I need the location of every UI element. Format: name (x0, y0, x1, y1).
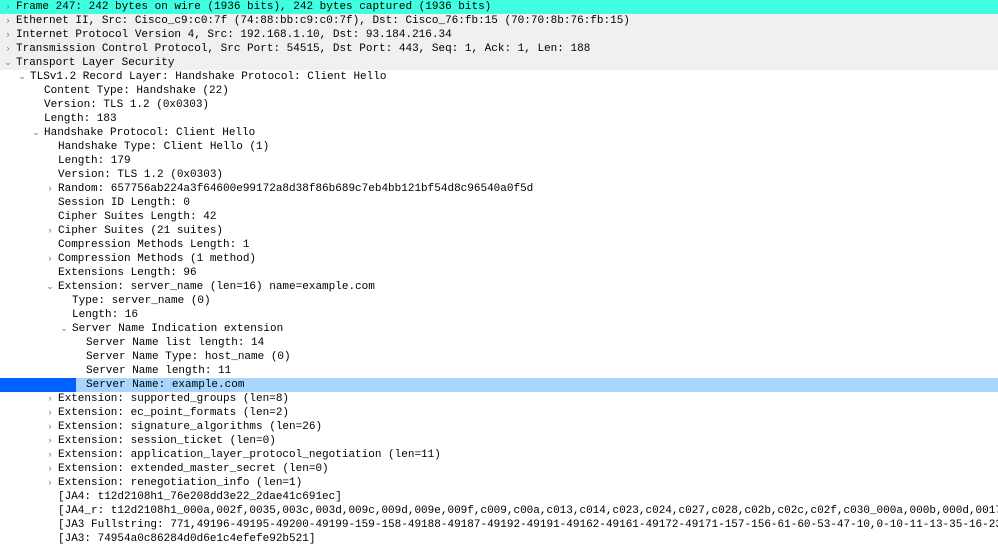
frame-summary[interactable]: ›Frame 247: 242 bytes on wire (1936 bits… (0, 0, 998, 14)
row-label: Extension: session_ticket (len=0) (56, 434, 276, 448)
sni-type[interactable]: ·Type: server_name (0) (0, 294, 998, 308)
row-label: Extension: extended_master_secret (len=0… (56, 462, 329, 476)
sni-list-length[interactable]: ·Server Name list length: 14 (0, 336, 998, 350)
packet-details-tree[interactable]: ›Frame 247: 242 bytes on wire (1936 bits… (0, 0, 998, 546)
ja3[interactable]: ·[JA3: 74954a0c86284d0d6e1c4efefe92b521] (0, 532, 998, 546)
ja3-full[interactable]: ·[JA3 Fullstring: 771,49196-49195-49200-… (0, 518, 998, 532)
chevron-down-icon[interactable]: ⌄ (58, 322, 70, 336)
row-label: Ethernet II, Src: Cisco_c9:c0:7f (74:88:… (14, 14, 630, 28)
ext-ec-point-formats[interactable]: ›Extension: ec_point_formats (len=2) (0, 406, 998, 420)
row-label: Transport Layer Security (14, 56, 174, 70)
chevron-right-icon[interactable]: › (2, 28, 14, 42)
chevron-right-icon[interactable]: › (44, 434, 56, 448)
row-label: Extension: signature_algorithms (len=26) (56, 420, 322, 434)
row-label: Extensions Length: 96 (56, 266, 197, 280)
row-label: Version: TLS 1.2 (0x0303) (42, 98, 209, 112)
ethernet-layer[interactable]: ›Ethernet II, Src: Cisco_c9:c0:7f (74:88… (0, 14, 998, 28)
sni-length[interactable]: ·Length: 16 (0, 308, 998, 322)
row-label: Extension: application_layer_protocol_ne… (56, 448, 441, 462)
row-label: [JA4_r: t12d2108h1_000a,002f,0035,003c,0… (56, 504, 998, 518)
ext-alpn[interactable]: ›Extension: application_layer_protocol_n… (0, 448, 998, 462)
ja4r[interactable]: ·[JA4_r: t12d2108h1_000a,002f,0035,003c,… (0, 504, 998, 518)
row-label: Server Name Indication extension (70, 322, 283, 336)
chevron-right-icon[interactable]: › (44, 224, 56, 238)
chevron-right-icon[interactable]: › (44, 406, 56, 420)
row-label: Compression Methods (1 method) (56, 252, 256, 266)
random[interactable]: ›Random: 657756ab224a3f64600e99172a8d38f… (0, 182, 998, 196)
chevron-right-icon[interactable]: › (2, 42, 14, 56)
ext-ems[interactable]: ›Extension: extended_master_secret (len=… (0, 462, 998, 476)
row-label: Internet Protocol Version 4, Src: 192.16… (14, 28, 452, 42)
chevron-down-icon[interactable]: ⌄ (2, 56, 14, 70)
ext-sig-algorithms[interactable]: ›Extension: signature_algorithms (len=26… (0, 420, 998, 434)
sni-extension[interactable]: ⌄Server Name Indication extension (0, 322, 998, 336)
row-label: Version: TLS 1.2 (0x0303) (56, 168, 223, 182)
handshake-length[interactable]: ·Length: 179 (0, 154, 998, 168)
ext-supported-groups[interactable]: ›Extension: supported_groups (len=8) (0, 392, 998, 406)
row-label: Extension: ec_point_formats (len=2) (56, 406, 289, 420)
extensions-length[interactable]: ·Extensions Length: 96 (0, 266, 998, 280)
row-label: Type: server_name (0) (70, 294, 211, 308)
content-type[interactable]: ·Content Type: Handshake (22) (0, 84, 998, 98)
row-label: Content Type: Handshake (22) (42, 84, 229, 98)
row-label: Handshake Type: Client Hello (1) (56, 140, 269, 154)
chevron-right-icon[interactable]: › (44, 392, 56, 406)
chevron-right-icon[interactable]: › (44, 462, 56, 476)
sni-name-value[interactable]: ·Server Name: example.com (0, 378, 998, 392)
ext-renegotiation[interactable]: ›Extension: renegotiation_info (len=1) (0, 476, 998, 490)
chevron-right-icon[interactable]: › (44, 476, 56, 490)
row-label: Random: 657756ab224a3f64600e99172a8d38f8… (56, 182, 533, 196)
row-label: Session ID Length: 0 (56, 196, 190, 210)
record-version[interactable]: ·Version: TLS 1.2 (0x0303) (0, 98, 998, 112)
row-label: Compression Methods Length: 1 (56, 238, 249, 252)
handshake-protocol[interactable]: ⌄Handshake Protocol: Client Hello (0, 126, 998, 140)
chevron-right-icon[interactable]: › (44, 420, 56, 434)
row-label: Server Name: example.com (84, 378, 244, 392)
ip-layer[interactable]: ›Internet Protocol Version 4, Src: 192.1… (0, 28, 998, 42)
handshake-version[interactable]: ·Version: TLS 1.2 (0x0303) (0, 168, 998, 182)
row-label: [JA4: t12d2108h1_76e208dd3e22_2dae41c691… (56, 490, 342, 504)
ext-server-name[interactable]: ⌄Extension: server_name (len=16) name=ex… (0, 280, 998, 294)
chevron-right-icon[interactable]: › (44, 182, 56, 196)
chevron-down-icon[interactable]: ⌄ (30, 126, 42, 140)
chevron-right-icon[interactable]: › (2, 14, 14, 28)
session-id-length[interactable]: ·Session ID Length: 0 (0, 196, 998, 210)
row-label: Cipher Suites (21 suites) (56, 224, 223, 238)
compression-methods[interactable]: ›Compression Methods (1 method) (0, 252, 998, 266)
row-label: Length: 179 (56, 154, 131, 168)
row-label: [JA3: 74954a0c86284d0d6e1c4efefe92b521] (56, 532, 315, 546)
row-label: Server Name length: 11 (84, 364, 231, 378)
compression-length[interactable]: ·Compression Methods Length: 1 (0, 238, 998, 252)
ja4[interactable]: ·[JA4: t12d2108h1_76e208dd3e22_2dae41c69… (0, 490, 998, 504)
chevron-right-icon[interactable]: › (2, 0, 14, 14)
row-label: Handshake Protocol: Client Hello (42, 126, 255, 140)
chevron-right-icon[interactable]: › (44, 252, 56, 266)
row-label: Length: 16 (70, 308, 138, 322)
sni-name-length[interactable]: ·Server Name length: 11 (0, 364, 998, 378)
cipher-suites-length[interactable]: ·Cipher Suites Length: 42 (0, 210, 998, 224)
row-label: Cipher Suites Length: 42 (56, 210, 216, 224)
tls-record[interactable]: ⌄TLSv1.2 Record Layer: Handshake Protoco… (0, 70, 998, 84)
row-label: Extension: renegotiation_info (len=1) (56, 476, 302, 490)
row-label: [JA3 Fullstring: 771,49196-49195-49200-4… (56, 518, 998, 532)
tls-layer[interactable]: ⌄Transport Layer Security (0, 56, 998, 70)
chevron-right-icon[interactable]: › (44, 448, 56, 462)
row-label: Extension: supported_groups (len=8) (56, 392, 289, 406)
ext-session-ticket[interactable]: ›Extension: session_ticket (len=0) (0, 434, 998, 448)
row-label: Server Name list length: 14 (84, 336, 264, 350)
tcp-layer[interactable]: ›Transmission Control Protocol, Src Port… (0, 42, 998, 56)
record-length[interactable]: ·Length: 183 (0, 112, 998, 126)
row-label: Transmission Control Protocol, Src Port:… (14, 42, 590, 56)
row-label: Length: 183 (42, 112, 117, 126)
sni-name-type[interactable]: ·Server Name Type: host_name (0) (0, 350, 998, 364)
row-label: Server Name Type: host_name (0) (84, 350, 291, 364)
cipher-suites[interactable]: ›Cipher Suites (21 suites) (0, 224, 998, 238)
row-label: TLSv1.2 Record Layer: Handshake Protocol… (28, 70, 386, 84)
chevron-down-icon[interactable]: ⌄ (44, 280, 56, 294)
handshake-type[interactable]: ·Handshake Type: Client Hello (1) (0, 140, 998, 154)
row-label: Extension: server_name (len=16) name=exa… (56, 280, 375, 294)
row-label: Frame 247: 242 bytes on wire (1936 bits)… (14, 0, 491, 14)
chevron-down-icon[interactable]: ⌄ (16, 70, 28, 84)
